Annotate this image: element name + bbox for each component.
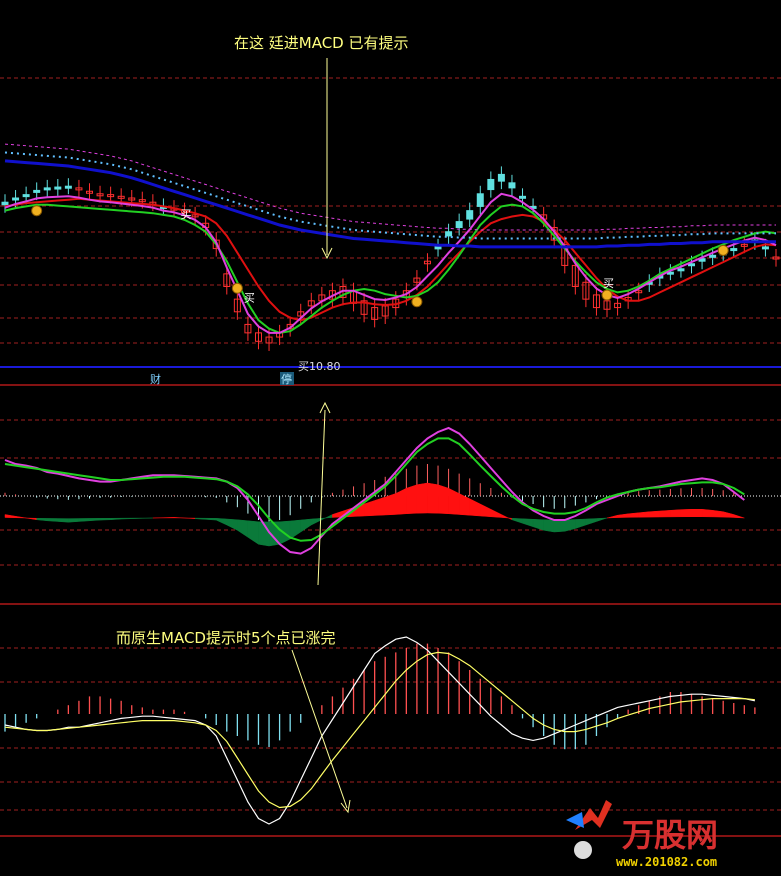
price-buy-coin-icon [411, 296, 423, 308]
watermark-ball-icon [574, 841, 592, 859]
enhanced-macd-ribbon-segment [701, 508, 713, 518]
enhanced-macd-ribbon-segment [68, 518, 80, 523]
enhanced-macd-ribbon-segment [406, 484, 418, 515]
price-buy-signal-text: 买 [244, 291, 255, 304]
price-buy-coin-icon [601, 289, 613, 301]
enhanced-macd-ribbon-segment [427, 482, 439, 514]
enhanced-macd-ribbon-segment [553, 519, 566, 533]
watermark-brand: 万股网 [622, 816, 718, 854]
enhanced-macd-ribbon-segment [543, 519, 555, 533]
enhanced-macd-ribbon-segment [163, 517, 175, 519]
price-candle [497, 173, 505, 182]
chart-background [0, 0, 781, 876]
price-candle [466, 210, 474, 220]
buy-price-label: 买10.80 [298, 360, 341, 373]
price-candle [455, 221, 463, 229]
enhanced-macd-ribbon-segment [384, 493, 397, 516]
enhanced-macd-ribbon-segment [89, 518, 101, 522]
enhanced-macd-ribbon-segment [659, 510, 671, 518]
top-annotation: 在这 廷进MACD 已有提示 [234, 34, 409, 52]
enhanced-macd-ribbon-segment [638, 511, 650, 518]
enhanced-macd-ribbon-segment [120, 517, 132, 520]
marker-cai: 财 [150, 372, 161, 386]
price-candle [519, 195, 527, 199]
price-candle [434, 246, 442, 250]
enhanced-macd-ribbon-segment [670, 509, 682, 518]
enhanced-macd-ribbon-segment [680, 508, 692, 518]
price-candle [445, 231, 453, 237]
price-candle [476, 193, 484, 207]
enhanced-macd-ribbon-segment [691, 509, 703, 517]
price-candle [33, 189, 41, 193]
enhanced-macd-ribbon-segment [416, 482, 428, 514]
price-candle [761, 246, 769, 250]
enhanced-macd-ribbon-segment [627, 512, 639, 518]
enhanced-macd-ribbon-segment [57, 518, 69, 523]
price-buy-coin-icon [717, 244, 729, 256]
marker-ting: 停 [281, 372, 292, 386]
price-candle [508, 182, 516, 189]
price-candle [22, 194, 30, 198]
price-buy-coin-icon [231, 282, 243, 294]
stock-chart: 买买买 在这 廷进MACD 已有提示 而原生MACD提示时5个点已涨完 买10.… [0, 0, 781, 876]
price-candle [709, 254, 717, 258]
watermark-url: www.201082.com [616, 855, 717, 869]
price-candle [12, 197, 20, 201]
price-candle [1, 201, 9, 206]
enhanced-macd-ribbon-segment [99, 517, 111, 521]
enhanced-macd-ribbon-segment [46, 518, 59, 522]
enhanced-macd-ribbon-segment [374, 496, 386, 516]
price-candle [64, 185, 72, 189]
price-candle [730, 248, 738, 252]
price-candle [54, 186, 62, 190]
enhanced-macd-ribbon-segment [649, 510, 661, 518]
bottom-annotation: 而原生MACD提示时5个点已涨完 [116, 629, 336, 647]
price-buy-signal-text: 买 [181, 208, 192, 221]
price-candle [677, 268, 685, 272]
enhanced-macd-ribbon-segment [78, 518, 90, 522]
price-candle [43, 187, 51, 191]
price-candle [487, 178, 495, 191]
enhanced-macd-ribbon-segment [131, 517, 143, 519]
enhanced-macd-ribbon-segment [712, 510, 724, 518]
price-buy-signal-text: 买 [603, 277, 614, 290]
price-buy-coin-icon [31, 205, 43, 217]
enhanced-macd-ribbon-segment [437, 484, 449, 515]
